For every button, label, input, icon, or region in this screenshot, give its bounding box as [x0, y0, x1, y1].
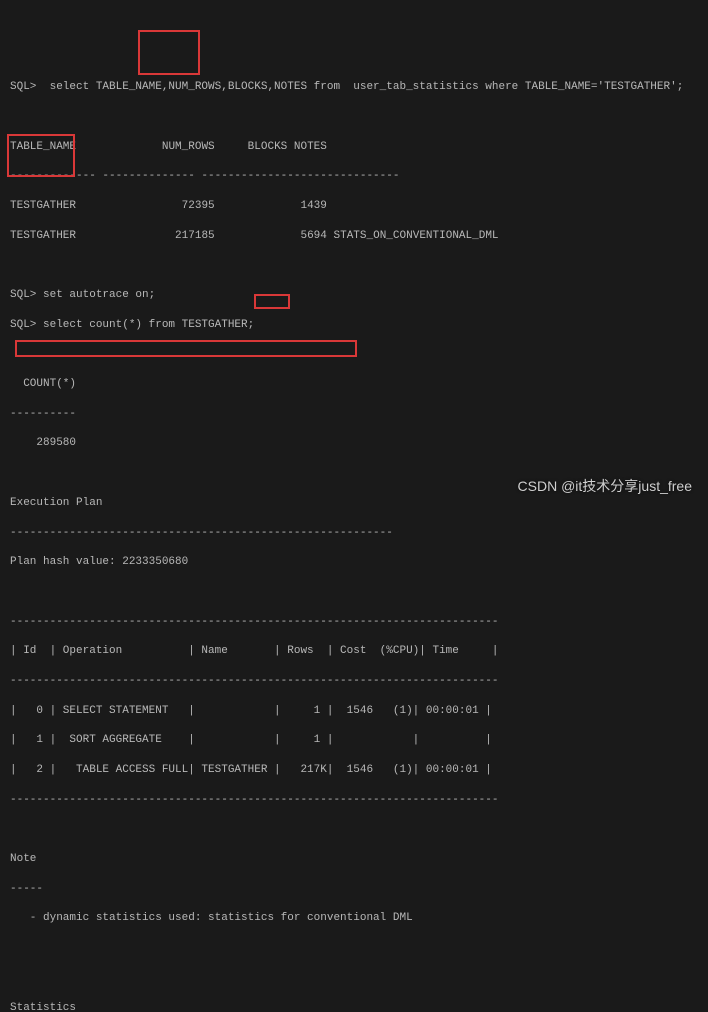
- plan-row: | 2 | TABLE ACCESS FULL| TESTGATHER | 21…: [10, 763, 698, 778]
- plan-row: | 0 | SELECT STATEMENT | | 1 | 1546 (1)|…: [10, 704, 698, 719]
- count-header: COUNT(*): [10, 377, 698, 392]
- result-row: TESTGATHER 217185 5694 STATS_ON_CONVENTI…: [10, 229, 698, 244]
- terminal-output: SQL> select TABLE_NAME,NUM_ROWS,BLOCKS,N…: [10, 65, 698, 1012]
- stats-title: Statistics: [10, 1001, 698, 1012]
- note-text: - dynamic statistics used: statistics fo…: [10, 911, 698, 926]
- result-row: TESTGATHER 72395 1439: [10, 199, 698, 214]
- sql-command: SQL> set autotrace on;: [10, 288, 698, 303]
- plan-hash: Plan hash value: 2233350680: [10, 555, 698, 570]
- count-dash: ----------: [10, 407, 698, 422]
- sql-query: SQL> select TABLE_NAME,NUM_ROWS,BLOCKS,N…: [10, 80, 698, 95]
- result-dash: ------------- -------------- -----------…: [10, 169, 698, 184]
- plan-header: | Id | Operation | Name | Rows | Cost (%…: [10, 644, 698, 659]
- plan-row: | 1 | SORT AGGREGATE | | 1 | | |: [10, 733, 698, 748]
- result-header: TABLE_NAME NUM_ROWS BLOCKS NOTES: [10, 140, 698, 155]
- exec-plan-title: Execution Plan: [10, 496, 698, 511]
- sql-command: SQL> select count(*) from TESTGATHER;: [10, 318, 698, 333]
- count-value: 289580: [10, 436, 698, 451]
- watermark: CSDN @it技术分享just_free: [518, 477, 692, 496]
- note-title: Note: [10, 852, 698, 867]
